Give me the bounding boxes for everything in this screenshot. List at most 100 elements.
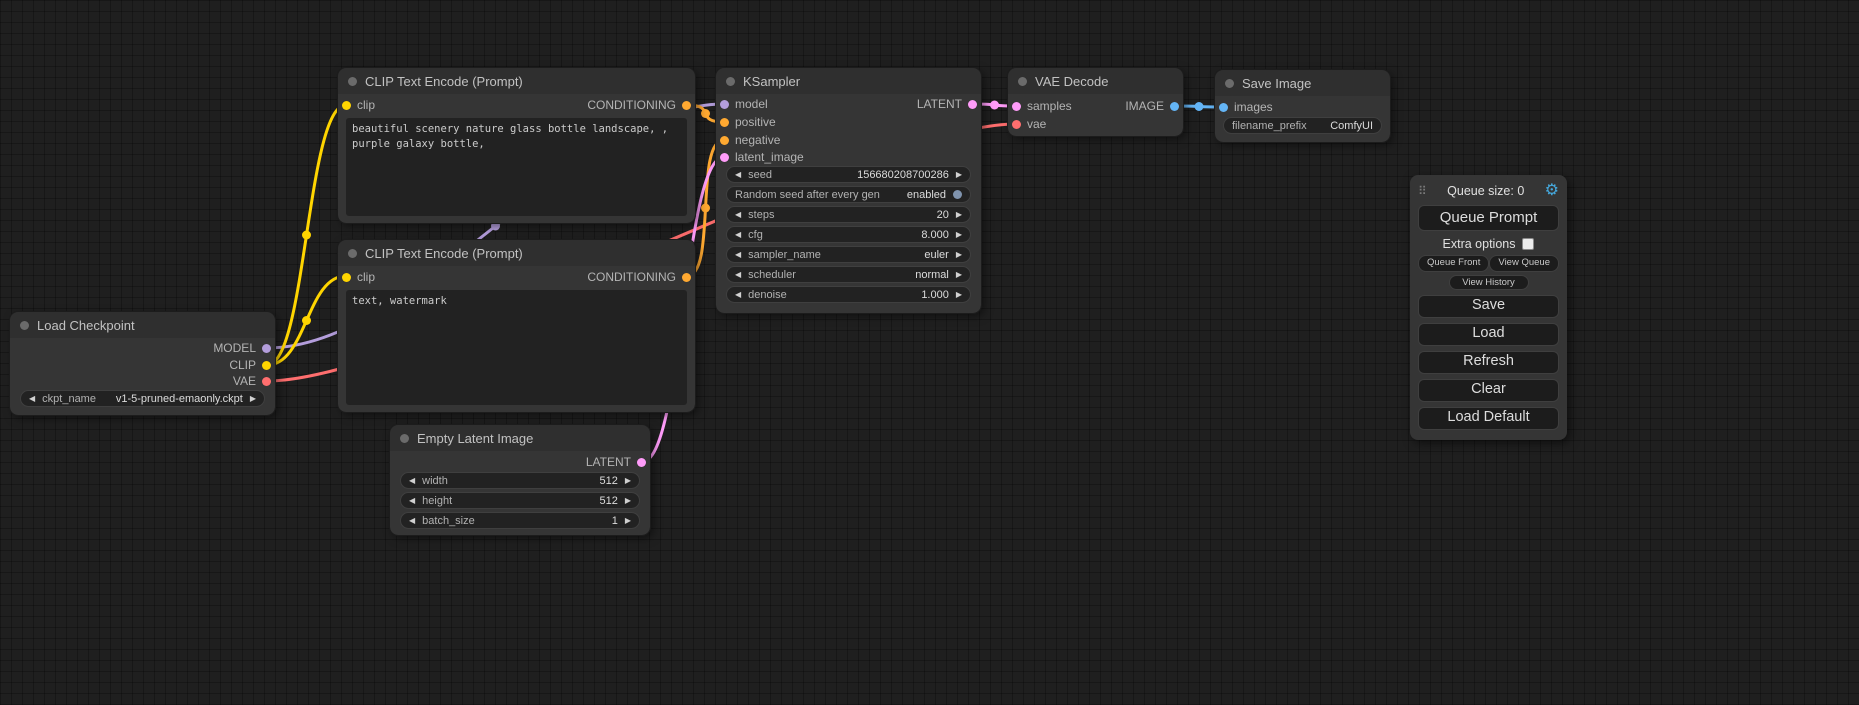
widget-height[interactable]: ◀ height 512 ▶ [400, 492, 640, 509]
queue-menu-panel: ⠿ Queue size: 0 ⚙ Queue Prompt Extra opt… [1410, 175, 1567, 440]
node-title-bar[interactable]: KSampler [716, 68, 981, 94]
node-clip-text-encode-positive[interactable]: CLIP Text Encode (Prompt) clip CONDITION… [338, 68, 695, 223]
wire-midpoint-dot[interactable] [302, 231, 311, 240]
queue-buttons-row: Queue Front View Queue [1418, 255, 1559, 272]
clear-button[interactable]: Clear [1418, 379, 1559, 402]
output-dot-vae[interactable] [262, 377, 271, 386]
input-dot-positive[interactable] [720, 118, 729, 127]
collapse-dot-icon[interactable] [348, 249, 357, 258]
node-graph-canvas[interactable]: Load Checkpoint MODEL CLIP VAE ◀ ckpt_na… [0, 0, 1859, 705]
output-dot-conditioning[interactable] [682, 273, 691, 282]
node-ksampler[interactable]: KSampler model positive negative latent_… [716, 68, 981, 313]
widget-sampler-name[interactable]: ◀ sampler_name euler ▶ [726, 246, 971, 263]
input-slot-positive: positive [716, 114, 981, 130]
widget-cfg[interactable]: ◀ cfg 8.000 ▶ [726, 226, 971, 243]
slot-label: LATENT [917, 97, 962, 111]
node-title-bar[interactable]: Load Checkpoint [10, 312, 275, 338]
wire-midpoint-dot[interactable] [1195, 102, 1204, 111]
settings-gear-icon[interactable]: ⚙ [1545, 183, 1559, 199]
widget-value: v1-5-pruned-emaonly.ckpt [116, 393, 243, 405]
queue-front-button[interactable]: Queue Front [1418, 255, 1489, 272]
decrement-arrow-icon[interactable]: ◀ [735, 271, 741, 279]
decrement-arrow-icon[interactable]: ◀ [735, 251, 741, 259]
output-dot-clip[interactable] [262, 361, 271, 370]
decrement-arrow-icon[interactable]: ◀ [409, 517, 415, 525]
wire-midpoint-dot[interactable] [701, 204, 710, 213]
extra-options-checkbox[interactable] [1522, 238, 1534, 250]
refresh-button[interactable]: Refresh [1418, 351, 1559, 374]
decrement-arrow-icon[interactable]: ◀ [409, 477, 415, 485]
load-default-button[interactable]: Load Default [1418, 407, 1559, 430]
decrement-arrow-icon[interactable]: ◀ [409, 497, 415, 505]
output-slot-vae: VAE [10, 373, 275, 389]
slot-label: CONDITIONING [587, 270, 676, 284]
collapse-dot-icon[interactable] [1225, 79, 1234, 88]
node-vae-decode[interactable]: VAE Decode samples vae IMAGE [1008, 68, 1183, 136]
widget-width[interactable]: ◀ width 512 ▶ [400, 472, 640, 489]
output-dot-latent[interactable] [968, 100, 977, 109]
collapse-dot-icon[interactable] [1018, 77, 1027, 86]
increment-arrow-icon[interactable]: ▶ [956, 231, 962, 239]
widget-denoise[interactable]: ◀ denoise 1.000 ▶ [726, 286, 971, 303]
input-dot-images[interactable] [1219, 103, 1228, 112]
increment-arrow-icon[interactable]: ▶ [956, 211, 962, 219]
widget-scheduler[interactable]: ◀ scheduler normal ▶ [726, 266, 971, 283]
prompt-textarea[interactable]: beautiful scenery nature glass bottle la… [346, 118, 687, 216]
prompt-textarea[interactable]: text, watermark [346, 290, 687, 405]
widget-steps[interactable]: ◀ steps 20 ▶ [726, 206, 971, 223]
wire-midpoint-dot[interactable] [701, 109, 710, 118]
increment-arrow-icon[interactable]: ▶ [250, 395, 256, 403]
input-dot-negative[interactable] [720, 136, 729, 145]
increment-arrow-icon[interactable]: ▶ [625, 477, 631, 485]
widget-value: normal [915, 269, 949, 281]
node-title-bar[interactable]: Empty Latent Image [390, 425, 650, 451]
decrement-arrow-icon[interactable]: ◀ [735, 211, 741, 219]
output-dot-conditioning[interactable] [682, 101, 691, 110]
decrement-arrow-icon[interactable]: ◀ [29, 395, 35, 403]
output-dot-model[interactable] [262, 344, 271, 353]
increment-arrow-icon[interactable]: ▶ [956, 291, 962, 299]
widget-random-seed-toggle[interactable]: Random seed after every gen enabled [726, 186, 971, 203]
node-title-bar[interactable]: Save Image [1215, 70, 1390, 96]
view-history-button[interactable]: View History [1449, 275, 1529, 290]
load-button[interactable]: Load [1418, 323, 1559, 346]
save-button[interactable]: Save [1418, 295, 1559, 318]
collapse-dot-icon[interactable] [348, 77, 357, 86]
widget-seed[interactable]: ◀ seed 156680208700286 ▶ [726, 166, 971, 183]
increment-arrow-icon[interactable]: ▶ [956, 251, 962, 259]
decrement-arrow-icon[interactable]: ◀ [735, 291, 741, 299]
node-empty-latent-image[interactable]: Empty Latent Image LATENT ◀ width 512 ▶ … [390, 425, 650, 535]
collapse-dot-icon[interactable] [20, 321, 29, 330]
queue-prompt-button[interactable]: Queue Prompt [1418, 205, 1559, 231]
widget-batch-size[interactable]: ◀ batch_size 1 ▶ [400, 512, 640, 529]
drag-handle-icon[interactable]: ⠿ [1418, 184, 1427, 198]
increment-arrow-icon[interactable]: ▶ [625, 517, 631, 525]
node-clip-text-encode-negative[interactable]: CLIP Text Encode (Prompt) clip CONDITION… [338, 240, 695, 412]
toggle-dot-icon[interactable] [953, 190, 962, 199]
widget-label: width [422, 475, 448, 487]
widget-filename-prefix[interactable]: filename_prefix ComfyUI [1223, 117, 1382, 134]
output-dot-latent[interactable] [637, 458, 646, 467]
collapse-dot-icon[interactable] [726, 77, 735, 86]
widget-value: 156680208700286 [857, 169, 949, 181]
decrement-arrow-icon[interactable]: ◀ [735, 171, 741, 179]
node-title-bar[interactable]: CLIP Text Encode (Prompt) [338, 240, 695, 266]
view-queue-button[interactable]: View Queue [1489, 255, 1559, 272]
widget-label: steps [748, 209, 774, 221]
node-save-image[interactable]: Save Image images filename_prefix ComfyU… [1215, 70, 1390, 142]
output-dot-image[interactable] [1170, 102, 1179, 111]
input-dot-latent-image[interactable] [720, 153, 729, 162]
increment-arrow-icon[interactable]: ▶ [625, 497, 631, 505]
node-load-checkpoint[interactable]: Load Checkpoint MODEL CLIP VAE ◀ ckpt_na… [10, 312, 275, 415]
slot-label: negative [735, 133, 780, 147]
wire-midpoint-dot[interactable] [990, 101, 999, 110]
increment-arrow-icon[interactable]: ▶ [956, 171, 962, 179]
wire-midpoint-dot[interactable] [302, 316, 311, 325]
decrement-arrow-icon[interactable]: ◀ [735, 231, 741, 239]
collapse-dot-icon[interactable] [400, 434, 409, 443]
node-title-bar[interactable]: VAE Decode [1008, 68, 1183, 94]
increment-arrow-icon[interactable]: ▶ [956, 271, 962, 279]
input-dot-vae[interactable] [1012, 120, 1021, 129]
node-title-bar[interactable]: CLIP Text Encode (Prompt) [338, 68, 695, 94]
widget-ckpt-name[interactable]: ◀ ckpt_name v1-5-pruned-emaonly.ckpt ▶ [20, 390, 265, 407]
